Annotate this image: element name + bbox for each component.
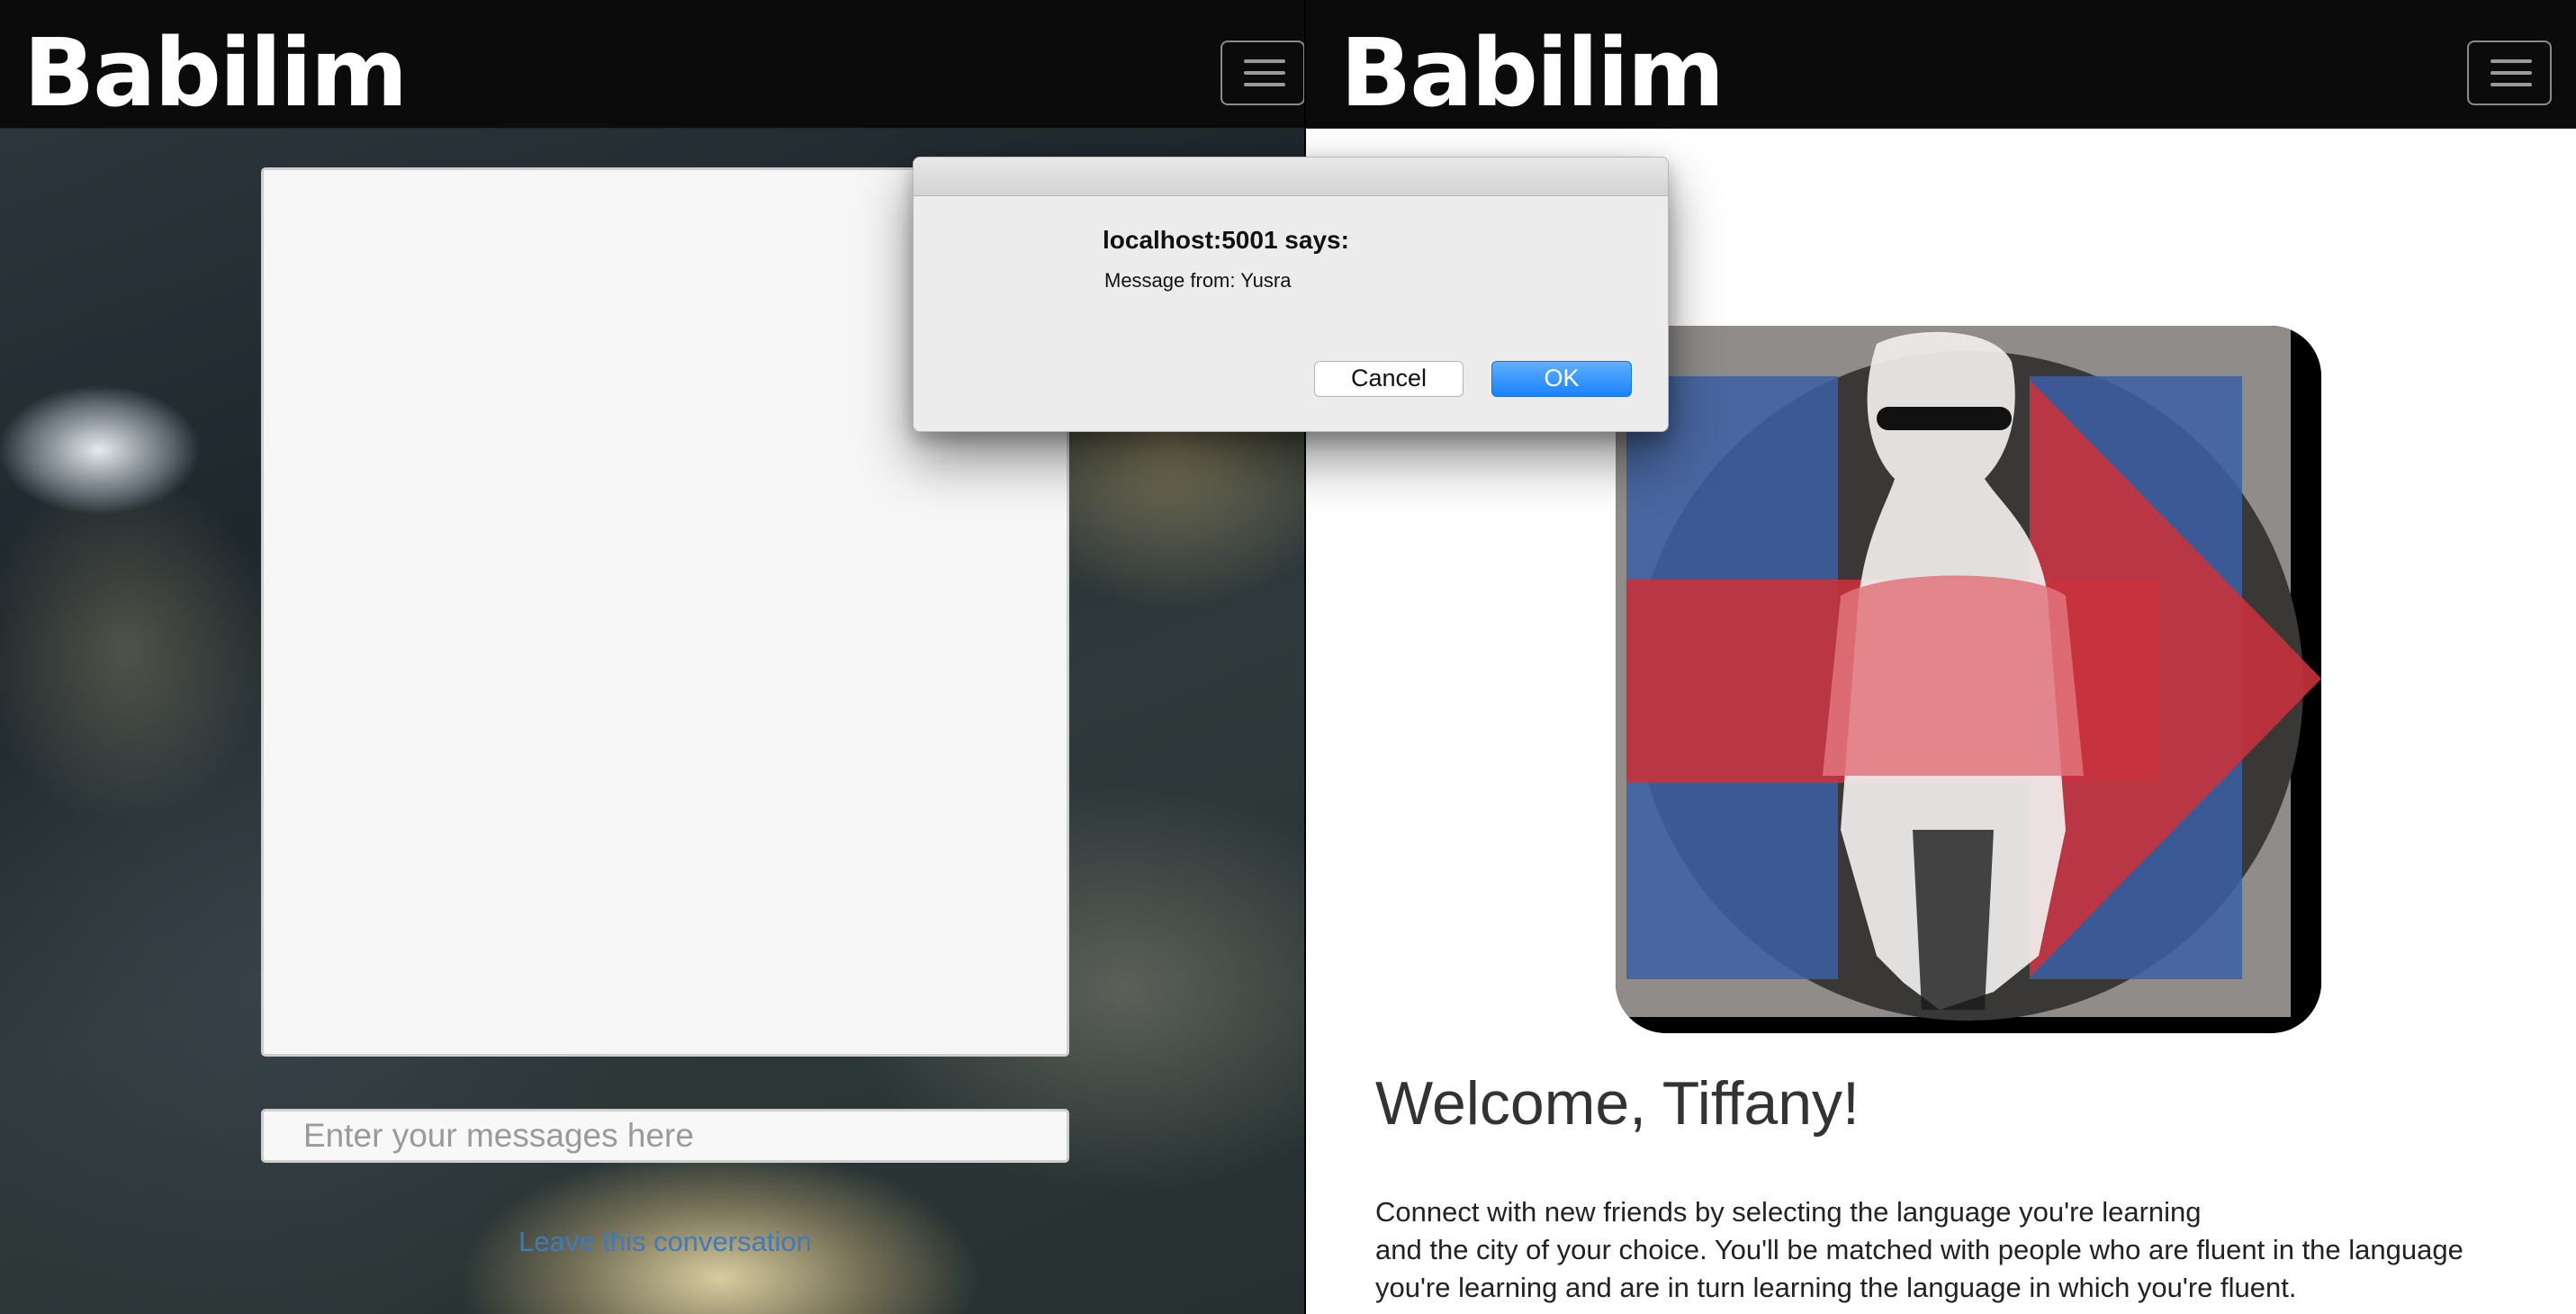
ok-button[interactable]: OK — [1491, 361, 1632, 397]
welcome-heading: Welcome, Tiffany! — [1375, 1069, 1860, 1138]
navbar: Babilim — [0, 0, 1306, 129]
leave-conversation-link[interactable]: Leave this conversation — [0, 1226, 1306, 1258]
intro-paragraph: Connect with new friends by selecting th… — [1375, 1193, 2572, 1307]
dialog-title: localhost:5001 says: — [1103, 226, 1349, 254]
dialog-titlebar — [914, 158, 1668, 196]
brand-logo[interactable]: Babilim — [23, 20, 408, 126]
brand-logo[interactable]: Babilim — [1340, 20, 1725, 126]
intro-line: you're learning and are in turn learning… — [1375, 1272, 2297, 1303]
profile-photo-art — [1616, 326, 2321, 1033]
intro-line: and the city of your choice. You'll be m… — [1375, 1234, 2463, 1265]
navbar: Babilim — [1306, 0, 2576, 129]
menu-toggle-button[interactable] — [1220, 40, 1305, 105]
alert-dialog: localhost:5001 says: Message from: Yusra… — [913, 157, 1669, 432]
dialog-message: Message from: Yusra — [1104, 269, 1292, 292]
menu-toggle-button[interactable] — [2467, 40, 2552, 105]
message-input[interactable] — [261, 1109, 1069, 1163]
profile-photo — [1616, 326, 2321, 1033]
cancel-button[interactable]: Cancel — [1314, 361, 1464, 397]
intro-line: Connect with new friends by selecting th… — [1375, 1196, 2202, 1228]
